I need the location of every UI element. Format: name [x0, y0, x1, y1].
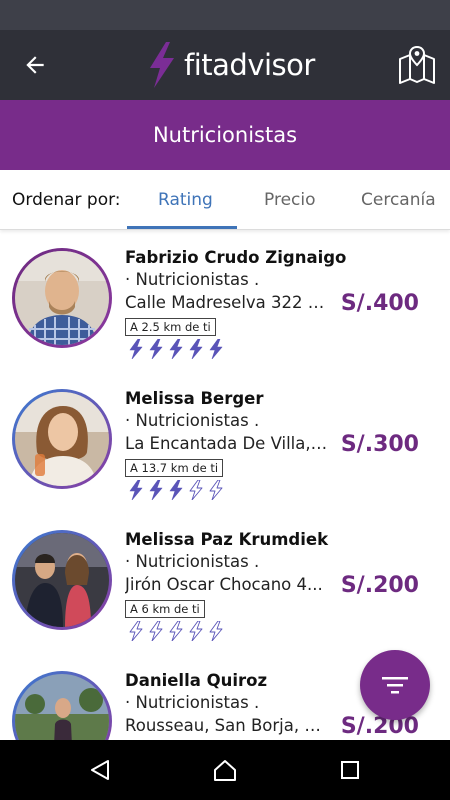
item-category: · Nutricionistas . [125, 270, 260, 289]
bolt-filled-icon [189, 339, 203, 359]
app-logo: fitadvisor [146, 41, 315, 89]
profile-photo [15, 392, 109, 486]
item-name: Daniella Quiroz [125, 671, 268, 690]
map-pin-icon [399, 45, 435, 84]
distance-badge: A 6 km de ti [125, 600, 205, 618]
bolt-outline-icon [209, 621, 223, 641]
bolt-outline-icon [169, 621, 183, 641]
sort-bar: Ordenar por: Rating Precio Cercanía [0, 170, 450, 230]
item-category: · Nutricionistas . [125, 411, 260, 430]
distance-badge: A 2.5 km de ti [125, 318, 216, 336]
tab-active-indicator [127, 226, 237, 229]
avatar [12, 671, 112, 740]
list-item[interactable]: Melissa Berger · Nutricionistas . La Enc… [0, 371, 450, 512]
bolt-outline-icon [209, 480, 223, 500]
lightning-logo-icon [150, 42, 174, 88]
map-button[interactable] [394, 42, 440, 88]
bolt-filled-icon [129, 480, 143, 500]
list-item[interactable]: Fabrizio Crudo Zignaigo · Nutricionistas… [0, 230, 450, 371]
distance-badge: A 13.7 km de ti [125, 459, 224, 477]
profile-photo [15, 674, 109, 740]
bolt-outline-icon [129, 621, 143, 641]
bolt-filled-icon [149, 339, 163, 359]
tab-precio[interactable]: Precio [264, 190, 316, 210]
rating [128, 621, 224, 641]
back-button[interactable] [14, 44, 56, 86]
tab-cercania[interactable]: Cercanía [361, 190, 436, 210]
nav-back-button[interactable] [80, 750, 120, 790]
rating [128, 480, 224, 500]
bolt-filled-icon [149, 480, 163, 500]
profile-photo [15, 251, 109, 345]
avatar [12, 248, 112, 348]
item-name: Melissa Paz Krumdiek [125, 530, 329, 549]
list-item[interactable]: Melissa Paz Krumdiek · Nutricionistas . … [0, 512, 450, 653]
bolt-outline-icon [149, 621, 163, 641]
filter-icon [382, 677, 408, 694]
filter-button[interactable] [360, 650, 430, 720]
avatar [12, 530, 112, 630]
bolt-filled-icon [209, 339, 223, 359]
logo-text: fitadvisor [184, 48, 315, 82]
tab-rating[interactable]: Rating [158, 190, 213, 210]
item-address: Rousseau, San Borja, D... [125, 716, 330, 735]
bolt-outline-icon [189, 480, 203, 500]
item-address: La Encantada De Villa, ... [125, 434, 330, 453]
item-price: S/.300 [340, 432, 419, 457]
nav-recents-icon [341, 761, 359, 779]
page-title: Nutricionistas [152, 123, 298, 147]
status-bar [0, 0, 450, 30]
nav-home-button[interactable] [205, 750, 245, 790]
nav-home-icon [214, 760, 236, 781]
rating [128, 339, 224, 359]
sort-label: Ordenar por: [12, 190, 121, 210]
item-category: · Nutricionistas . [125, 552, 260, 571]
item-category: · Nutricionistas . [125, 693, 260, 712]
bolt-outline-icon [189, 621, 203, 641]
title-bar: Nutricionistas [0, 100, 450, 170]
bolt-filled-icon [169, 339, 183, 359]
item-name: Melissa Berger [125, 389, 264, 408]
item-address: Calle Madreselva 322 S... [125, 293, 330, 312]
app-bar: fitadvisor [0, 30, 450, 100]
item-price: S/.200 [340, 573, 419, 598]
bolt-filled-icon [169, 480, 183, 500]
profile-photo [15, 533, 109, 627]
nav-recents-button[interactable] [330, 750, 370, 790]
avatar [12, 389, 112, 489]
bolt-filled-icon [129, 339, 143, 359]
system-nav-bar [0, 740, 450, 800]
item-price: S/.400 [340, 291, 419, 316]
item-name: Fabrizio Crudo Zignaigo [125, 248, 347, 267]
nav-back-icon [91, 760, 109, 780]
item-address: Jirón Oscar Chocano 4... [125, 575, 323, 594]
arrow-left-icon [26, 56, 44, 74]
